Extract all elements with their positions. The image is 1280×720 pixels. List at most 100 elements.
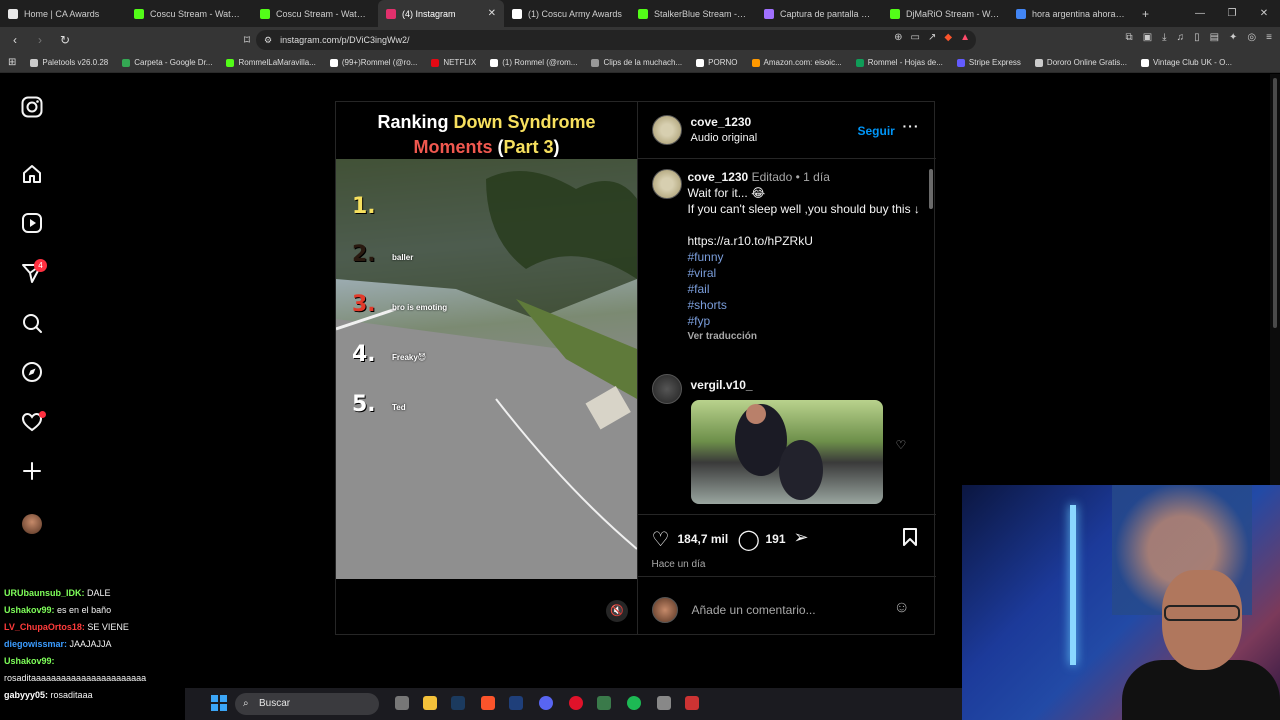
hashtag-link[interactable]: #shorts (688, 297, 923, 313)
opera-icon[interactable] (569, 696, 583, 710)
reel-video[interactable]: Ranking Down Syndrome Moments (Part 3) 1… (336, 102, 637, 634)
extensions-area: ⧉ ▣ ⤓ ♫ ▯ ▤ ✦ ◎ ≡ (1126, 32, 1272, 43)
save-icon[interactable] (902, 527, 918, 553)
bookmark-item[interactable]: Dororo Online Gratis... (1034, 58, 1127, 67)
reload-icon[interactable]: ↻ (55, 33, 75, 47)
vpn-icon[interactable]: ◎ (1247, 32, 1256, 43)
browser-tab[interactable]: hora argentina ahora - Go (1008, 0, 1134, 27)
sidebar-icon[interactable]: ▯ (1194, 32, 1200, 43)
comments-scrollbar[interactable] (928, 159, 934, 513)
browser-tab[interactable]: (1) Coscu Army Awards (504, 0, 630, 27)
share-icon[interactable]: ↗ (928, 32, 936, 43)
hashtag-link[interactable]: #fail (688, 281, 923, 297)
create-icon[interactable] (20, 460, 44, 484)
cast-icon[interactable]: ▭ (911, 32, 920, 43)
like-icon[interactable]: ♡ (652, 527, 670, 552)
bookmark-item[interactable]: NETFLIX (431, 58, 476, 67)
bookmark-label: Amazon.com: eisoic... (763, 58, 842, 67)
url-input[interactable]: ⚙ instagram.com/p/DViC3ingWw2/ ⊕ ▭ ↗ ◆ ▲ (256, 30, 976, 50)
restore-icon[interactable]: ❐ (1216, 0, 1248, 27)
app3-icon[interactable] (685, 696, 699, 710)
reels-icon[interactable] (20, 212, 44, 236)
app2-icon[interactable] (657, 696, 671, 710)
task-view-icon[interactable] (395, 696, 409, 710)
close-window-icon[interactable]: ✕ (1248, 0, 1280, 27)
discord-icon[interactable] (539, 696, 553, 710)
windows-start-icon[interactable] (211, 695, 227, 711)
bookmark-item[interactable]: Vintage Club UK - O... (1140, 58, 1232, 67)
forward-icon[interactable]: › (30, 33, 50, 47)
bookmark-page-icon[interactable]: ⌑ (237, 33, 257, 47)
taskbar-search[interactable]: ⌕ Buscar (235, 693, 379, 715)
home-icon[interactable] (20, 163, 44, 187)
chat-user: diegowissmar: (4, 639, 68, 649)
file-explorer-icon[interactable] (423, 696, 437, 710)
brave-icon[interactable] (481, 696, 495, 710)
comment-input[interactable]: Añade un comentario... (692, 603, 816, 617)
browser-tab[interactable]: Captura de pantalla por Li (756, 0, 882, 27)
comment-like-icon[interactable]: ♡ (896, 438, 907, 452)
browser-tab[interactable]: (4) Instagram ✕ (378, 0, 504, 27)
leo-icon[interactable]: ✦ (1229, 32, 1237, 43)
back-icon[interactable]: ‹ (5, 33, 25, 47)
media-icon[interactable]: ♫ (1177, 32, 1185, 43)
bookmark-item[interactable]: PORNO (696, 58, 738, 67)
bookmark-item[interactable]: Paletools v26.0.28 (30, 58, 108, 67)
photoshop-icon[interactable] (509, 696, 523, 710)
like-count[interactable]: 184,7 mil (678, 532, 729, 546)
download-icon[interactable]: ⤓ (1162, 32, 1166, 43)
follow-button[interactable]: Seguir (858, 124, 895, 138)
steam-icon[interactable] (451, 696, 465, 710)
browser-tab[interactable]: Coscu Stream - Watch Live (252, 0, 378, 27)
brave-shield-icon[interactable]: ◆ (944, 32, 952, 43)
spotify-icon[interactable] (627, 696, 641, 710)
bookmark-item[interactable]: Carpeta - Google Dr... (122, 58, 212, 67)
zoom-icon[interactable]: ⊕ (894, 32, 902, 43)
emoji-icon[interactable]: ☺ (894, 599, 910, 617)
see-translation-button[interactable]: Ver traducción (688, 329, 923, 345)
bookmark-item[interactable]: (99+)Rommel (@ro... (329, 58, 417, 67)
window-controls: — ❐ ✕ (1184, 0, 1280, 27)
browser-tab[interactable]: Coscu Stream - Watch Live (126, 0, 252, 27)
tab-search-icon[interactable]: ▤ (1210, 32, 1219, 43)
bookmark-item[interactable]: RommelLaMaravilla... (226, 58, 316, 67)
bookmark-item[interactable]: Clips de la muchach... (591, 58, 682, 67)
search-icon[interactable] (20, 312, 44, 336)
instagram-logo-icon[interactable] (20, 96, 44, 120)
menu-icon[interactable]: ≡ (1266, 32, 1272, 43)
hashtag-link[interactable]: #funny (688, 249, 923, 265)
caption-author-avatar[interactable] (651, 169, 682, 199)
share-post-icon[interactable]: ➢ (794, 527, 809, 548)
hashtag-link[interactable]: #fyp (688, 313, 923, 329)
comment-gif[interactable] (690, 400, 883, 504)
bookmark-item[interactable]: Stripe Express (956, 58, 1021, 67)
minimize-icon[interactable]: — (1184, 0, 1216, 27)
bookmark-item[interactable]: (1) Rommel (@rom... (490, 58, 577, 67)
site-info-icon[interactable]: ⚙ (264, 35, 272, 46)
author-username[interactable]: cove_1230 (691, 115, 752, 129)
apps-icon[interactable]: ⊞ (8, 57, 16, 68)
close-tab-icon[interactable]: ✕ (488, 8, 496, 19)
extension-icon[interactable]: ⧉ (1126, 32, 1133, 43)
caption-username[interactable]: cove_1230 (688, 170, 749, 184)
bookmark-item[interactable]: Amazon.com: eisoic... (751, 58, 842, 67)
explore-icon[interactable] (20, 361, 44, 385)
brave-rewards-icon[interactable]: ▲ (960, 32, 970, 43)
commenter-avatar[interactable] (651, 374, 682, 404)
bookmark-item[interactable]: Rommel - Hojas de... (855, 58, 943, 67)
new-tab-icon[interactable]: + (1134, 7, 1157, 21)
affiliate-link[interactable]: https://a.r10.to/hPZRkU (688, 233, 923, 249)
profile-avatar[interactable] (22, 514, 42, 534)
more-options-icon[interactable]: ··· (903, 118, 920, 134)
app-icon[interactable] (597, 696, 611, 710)
hashtag-link[interactable]: #viral (688, 265, 923, 281)
comment-icon[interactable]: ◯ (738, 527, 760, 552)
browser-tab[interactable]: Home | CA Awards (0, 0, 126, 27)
author-avatar[interactable] (651, 115, 682, 145)
browser-tab[interactable]: DjMaRiO Stream - Watch (882, 0, 1008, 27)
mute-toggle-icon[interactable]: 🔇 (606, 600, 628, 622)
commenter-username[interactable]: vergil.v10_ (691, 378, 753, 392)
wallet-icon[interactable]: ▣ (1143, 32, 1152, 43)
browser-tab[interactable]: StalkerBlue Stream - Watch (630, 0, 756, 27)
audio-label[interactable]: Audio original (691, 132, 758, 144)
